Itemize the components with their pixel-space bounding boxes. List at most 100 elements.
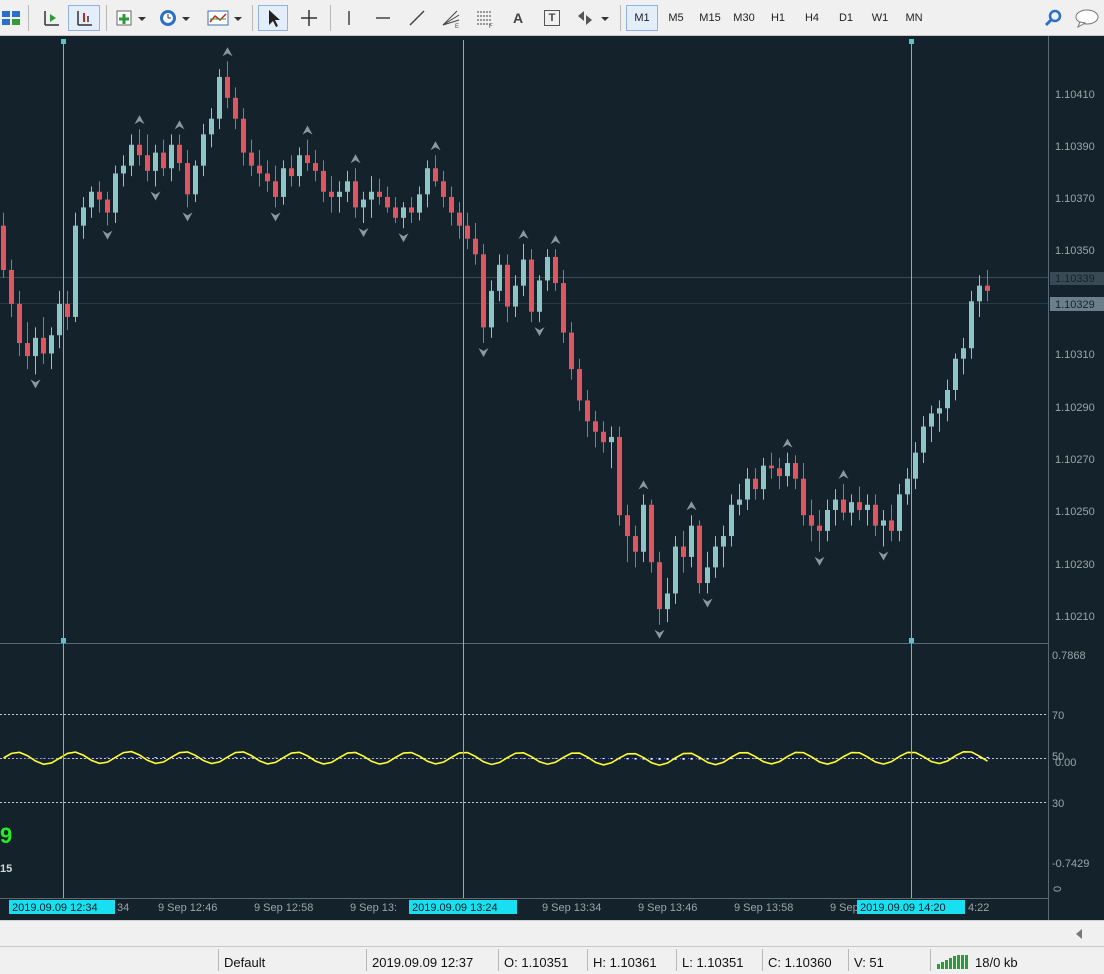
histogram-signal-bar [154,757,157,758]
candle-body [681,546,686,557]
price-label: 1.10250 [1055,506,1095,518]
candle-body [881,520,886,526]
candle-body [401,207,406,218]
candle-body [601,431,606,443]
candle-body [945,390,950,409]
timeframe-h4-button[interactable]: H4 [796,5,828,31]
time-label: 9 Sep 13:34 [542,902,601,914]
candle-body [577,369,582,401]
vline-handle-3b[interactable] [909,638,914,643]
templates-button[interactable] [204,5,246,31]
indicator-label: 0 [1052,886,1064,892]
candle-body [289,168,294,177]
vline-handle-1b[interactable] [61,638,66,643]
arrows-button[interactable] [572,5,612,31]
text-label-button[interactable]: T [538,5,566,31]
candle-body [785,463,790,477]
chart-window[interactable]: 1.10410 1.10390 1.10370 1.10350 1.10310 … [0,36,1104,920]
candle-body [329,191,334,197]
histogram-signal-bar [554,758,557,759]
trendline-button[interactable] [402,5,432,31]
cursor-button[interactable] [258,5,288,31]
candle-body [41,337,46,354]
timeframe-h1-button[interactable]: H1 [762,5,794,31]
histogram-signal-bar [722,758,725,760]
time-label: 4:22 [968,902,989,914]
chat-button[interactable] [1074,5,1104,31]
indicator-label: -0.7429 [1052,858,1089,870]
vertical-line-button[interactable] [336,5,362,31]
status-high: H: 1.10361 [593,955,657,970]
candle-body [33,337,38,357]
candle-body [585,400,590,422]
candle-body [313,163,318,171]
timeframe-w1-button[interactable]: W1 [864,5,896,31]
candle-body [297,155,302,177]
timeframe-m5-button[interactable]: M5 [660,5,692,31]
candle-body [89,191,94,208]
timeframe-d1-button[interactable]: D1 [830,5,862,31]
price-chart[interactable]: 1.10410 1.10390 1.10370 1.10350 1.10310 … [0,36,1104,920]
status-datetime: 2019.09.09 12:37 [372,955,474,970]
candle-body [73,225,78,317]
candle-body [985,285,990,291]
time-label: 9 Sep 12:46 [158,902,217,914]
fibonacci-fan-button[interactable]: E [436,5,466,31]
candle-body [377,191,382,197]
price-label: 1.10310 [1055,349,1095,361]
candle-body [193,165,198,195]
time-label: 9 Sep [830,902,859,914]
histogram-signal-bar [210,757,213,758]
histogram-signal-bar [738,758,741,759]
candle-body [81,207,86,226]
history-button[interactable] [156,5,196,31]
candle-body [417,194,422,213]
timeframe-mn-button[interactable]: MN [898,5,930,31]
vline-handle-1[interactable] [61,39,66,44]
candle-body [497,264,502,291]
timeframe-m30-button[interactable]: M30 [728,5,760,31]
candle-body [65,303,70,317]
candle-body [489,290,494,328]
histogram-signal-bar [178,757,181,758]
crosshair-button[interactable] [294,5,324,31]
price-label: 1.10290 [1055,402,1095,414]
candle-body [409,207,414,213]
candle-body [897,494,902,531]
horizontal-line-button[interactable] [368,5,398,31]
candle-body [321,170,326,192]
candle-body [169,144,174,169]
candle-body [729,504,734,537]
status-bar: Default 2019.09.09 12:37 O: 1.10351 H: 1… [0,946,1104,974]
scroll-left-icon[interactable] [1070,924,1090,944]
candle-body [865,504,870,510]
timeframe-m1-button[interactable]: M1 [626,5,658,31]
fibonacci-retracement-button[interactable]: F [470,5,500,31]
timeframe-m15-button[interactable]: M15 [694,5,726,31]
histogram-signal-bar [658,758,661,760]
candle-body [833,499,838,510]
histogram-signal-bar [258,757,261,758]
profiles-button[interactable] [0,5,22,31]
vline-handle-3[interactable] [909,39,914,44]
candle-body [593,421,598,432]
candle-body [545,256,550,281]
candle-body [769,465,774,469]
status-traffic: 18/0 kb [975,955,1018,970]
chart-shift-button[interactable] [36,5,66,31]
candle-body [113,173,118,213]
chart-shift-icon [44,11,59,26]
histogram-signal-bar [218,757,221,758]
histogram-signal-bar [962,757,965,758]
chart-scrollbar[interactable] [0,920,1104,946]
text-button[interactable]: A [504,5,532,31]
new-chart-button[interactable] [112,5,150,31]
candle-body [689,525,694,557]
indicator-value-digit: 9 [0,823,12,848]
candle-body [433,168,438,182]
candle-body [465,225,470,239]
candle-body [721,536,726,547]
indicator-label: 70 [1052,710,1064,722]
autoscroll-button[interactable] [68,5,100,31]
search-button[interactable] [1040,5,1066,31]
